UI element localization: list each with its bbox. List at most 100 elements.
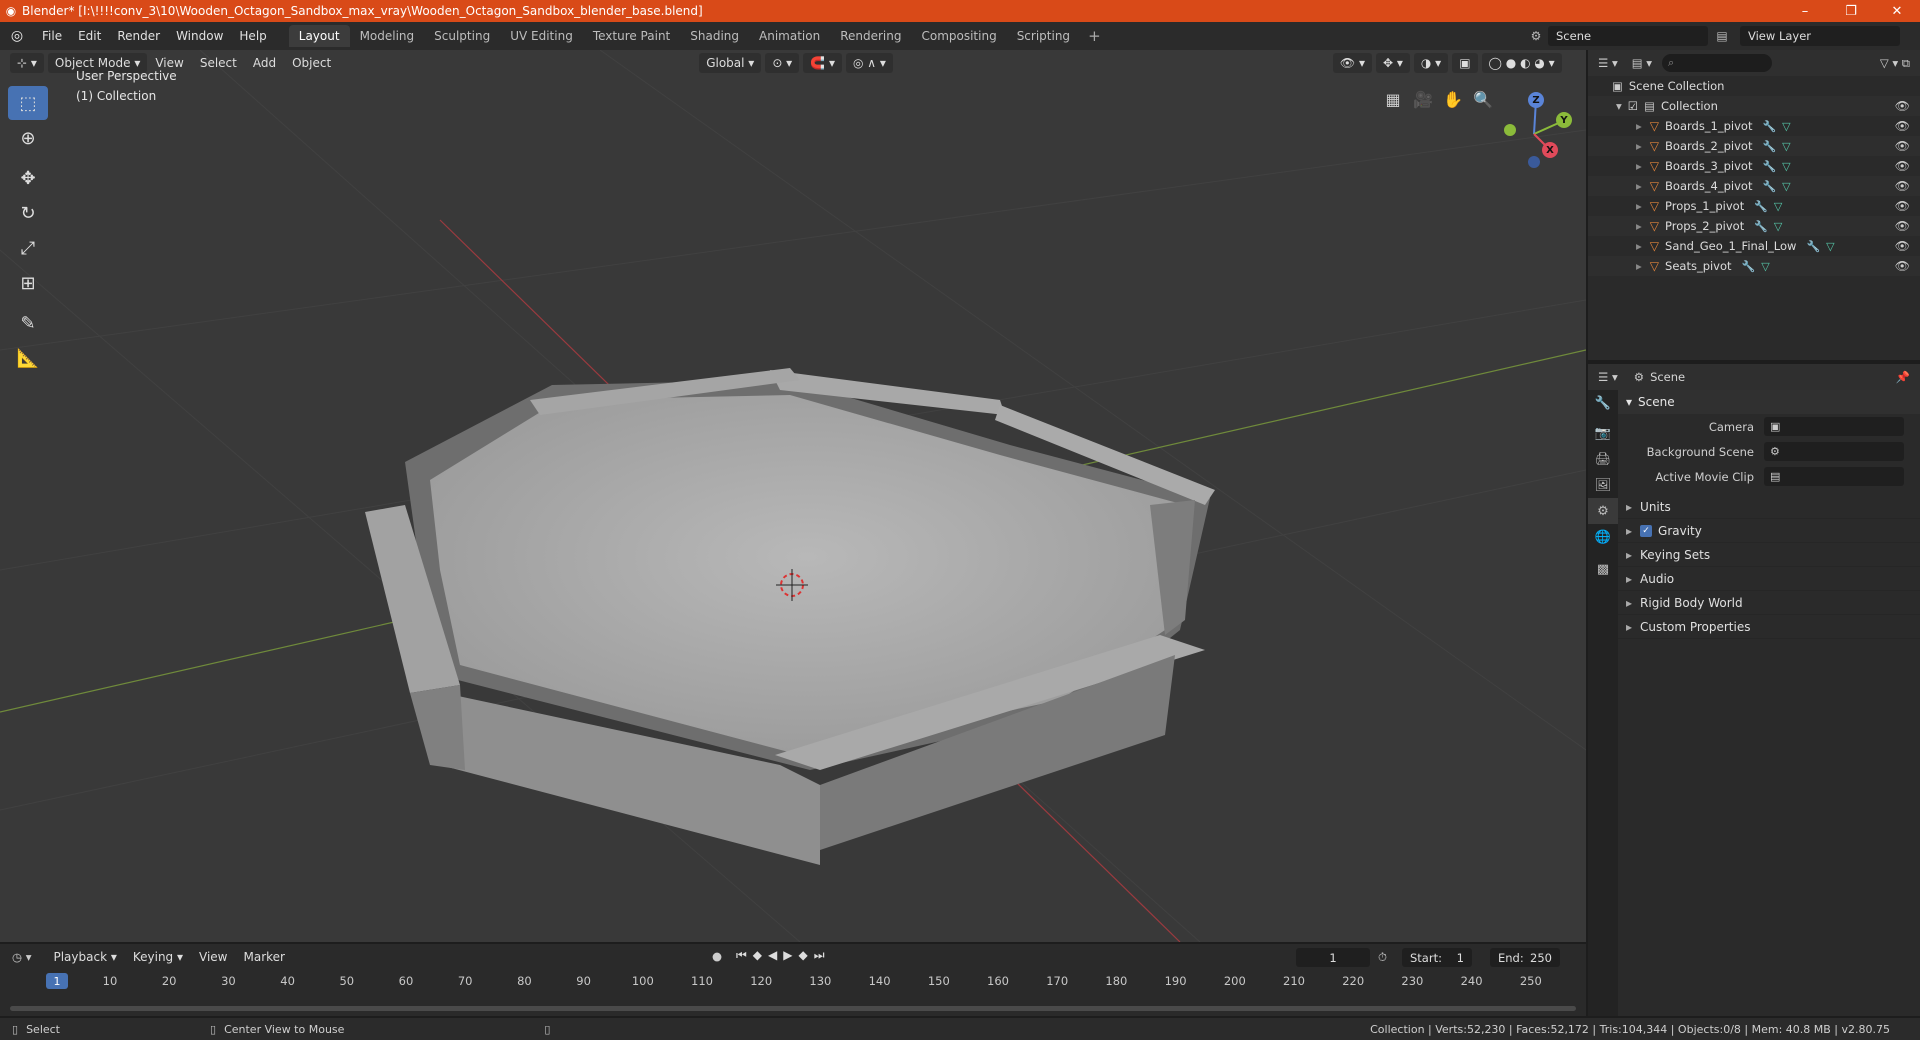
transform-icon[interactable]: ⊞: [8, 266, 48, 300]
viewport-menu-select[interactable]: Select: [192, 56, 245, 70]
viewport-menu-add[interactable]: Add: [245, 56, 284, 70]
view-layer-icon[interactable]: ▤: [1712, 26, 1732, 46]
filter-icon[interactable]: ▽ ▾ ⧉: [1880, 56, 1910, 71]
xray-icon[interactable]: ▣: [1452, 53, 1478, 73]
eye-icon[interactable]: 👁: [1895, 159, 1910, 173]
playback-controls-icon[interactable]: ⏮◆◀▶◆⏭: [736, 948, 831, 963]
render-tab-icon[interactable]: 📷: [1588, 420, 1618, 446]
eye-icon[interactable]: 👁: [1895, 259, 1910, 273]
eye-icon[interactable]: 👁: [1895, 199, 1910, 213]
tab-modeling[interactable]: Modeling: [350, 25, 425, 47]
tree-collection[interactable]: ▾ ☑ ▤ Collection 👁: [1588, 96, 1920, 116]
expand-arrow-icon[interactable]: ▸: [1636, 219, 1642, 233]
expand-arrow-icon[interactable]: ▸: [1636, 179, 1642, 193]
eye-icon[interactable]: 👁: [1895, 119, 1910, 133]
cursor-tool-icon[interactable]: ⊕: [8, 121, 48, 155]
rotate-icon[interactable]: ↻: [8, 196, 48, 230]
minimize-button[interactable]: –: [1782, 4, 1828, 19]
subpanel-header[interactable]: ▸ Custom Properties: [1618, 615, 1920, 639]
mesh-data-icon[interactable]: ▽: [1782, 120, 1790, 133]
output-tab-icon[interactable]: 🖨: [1588, 446, 1618, 472]
overlays-icon[interactable]: ◑ ▾: [1413, 53, 1449, 73]
outliner-object-row[interactable]: ▸ ▽ Props_2_pivot 🔧 ▽ 👁: [1588, 216, 1920, 236]
modifier-icon[interactable]: 🔧: [1742, 260, 1756, 273]
eye-icon[interactable]: 👁: [1895, 219, 1910, 233]
scene-panel-header[interactable]: ▾ Scene: [1618, 390, 1920, 414]
frame-ruler[interactable]: 1 10 20 30 40 50 60 70 80 90 100 110 120 130 140 150 16…: [0, 970, 1586, 992]
world-tab-icon[interactable]: 🌐: [1588, 524, 1618, 550]
gizmo-x-axis[interactable]: X: [1542, 142, 1558, 158]
mesh-data-icon[interactable]: ▽: [1774, 220, 1782, 233]
tab-compositing[interactable]: Compositing: [911, 25, 1006, 47]
gizmo-y-axis[interactable]: Y: [1556, 112, 1572, 128]
modifier-icon[interactable]: 🔧: [1806, 240, 1820, 253]
menu-window[interactable]: Window: [168, 29, 231, 43]
start-frame-field[interactable]: Start: 1: [1402, 948, 1472, 967]
tab-layout[interactable]: Layout: [288, 25, 350, 47]
tab-uv-editing[interactable]: UV Editing: [500, 25, 583, 47]
modifier-icon[interactable]: 🔧: [1762, 120, 1776, 133]
end-frame-field[interactable]: End: 250: [1490, 948, 1560, 967]
timeline-scrollbar[interactable]: [10, 1006, 1576, 1011]
view-layer-tab-icon[interactable]: 🖼: [1588, 472, 1618, 498]
tab-shading[interactable]: Shading: [680, 25, 749, 47]
camera-view-icon[interactable]: 🎥: [1410, 86, 1436, 112]
move-icon[interactable]: ✥: [8, 161, 48, 195]
sandbox-model[interactable]: [365, 368, 1215, 865]
texture-tab-icon[interactable]: ▩: [1588, 556, 1618, 582]
modifier-icon[interactable]: 🔧: [1754, 220, 1768, 233]
gizmo-neg-y-axis[interactable]: [1504, 124, 1516, 136]
current-frame-field[interactable]: 1: [1296, 948, 1370, 967]
measure-icon[interactable]: 📐: [8, 341, 48, 375]
transform-orientation-dropdown[interactable]: Global ▾: [699, 53, 762, 73]
proportional-edit-icon[interactable]: ◎ ∧ ▾: [846, 53, 893, 73]
gizmo-toggle-icon[interactable]: ✥ ▾: [1375, 53, 1410, 73]
gizmo-z-axis[interactable]: Z: [1528, 92, 1544, 108]
tree-scene-collection[interactable]: ▣ Scene Collection: [1588, 76, 1920, 96]
visibility-icon[interactable]: 👁 ▾: [1332, 53, 1372, 73]
properties-editor-icon[interactable]: ☰ ▾: [1598, 370, 1618, 384]
property-field[interactable]: ⚙: [1764, 442, 1904, 461]
select-box-icon[interactable]: ⬚: [8, 86, 48, 120]
mesh-data-icon[interactable]: ▽: [1761, 260, 1769, 273]
outliner-object-row[interactable]: ▸ ▽ Seats_pivot 🔧 ▽ 👁: [1588, 256, 1920, 276]
expand-arrow-icon[interactable]: ▸: [1636, 139, 1642, 153]
pivot-point-icon[interactable]: ⊙ ▾: [765, 53, 800, 73]
editor-type-icon[interactable]: ⊹ ▾: [10, 53, 44, 73]
expand-arrow-icon[interactable]: ▾: [1616, 99, 1622, 113]
modifier-icon[interactable]: 🔧: [1762, 180, 1776, 193]
restore-button[interactable]: ❐: [1828, 4, 1874, 19]
outliner-object-row[interactable]: ▸ ▽ Boards_2_pivot 🔧 ▽ 👁: [1588, 136, 1920, 156]
view-layer-selector[interactable]: View Layer: [1740, 26, 1900, 46]
timeline-menu-keying[interactable]: Keying ▾: [125, 950, 191, 964]
mesh-data-icon[interactable]: ▽: [1782, 140, 1790, 153]
viewport-menu-object[interactable]: Object: [284, 56, 339, 70]
expand-arrow-icon[interactable]: ▸: [1636, 199, 1642, 213]
scene-tab-icon[interactable]: ⚙: [1588, 498, 1618, 524]
close-button[interactable]: ✕: [1874, 4, 1920, 19]
outliner-object-row[interactable]: ▸ ▽ Props_1_pivot 🔧 ▽ 👁: [1588, 196, 1920, 216]
subpanel-header[interactable]: ▸ Rigid Body World: [1618, 591, 1920, 615]
tab-texture-paint[interactable]: Texture Paint: [583, 25, 680, 47]
navigation-gizmo[interactable]: Z Y X: [1490, 88, 1572, 168]
stopwatch-icon[interactable]: ⏱: [1378, 950, 1387, 965]
playhead[interactable]: 1: [46, 973, 68, 989]
timeline-editor-icon[interactable]: ◷ ▾: [12, 950, 31, 964]
subpanel-header[interactable]: ▸ Audio: [1618, 567, 1920, 591]
expand-arrow-icon[interactable]: ▸: [1636, 259, 1642, 273]
scene-icon[interactable]: ⚙: [1526, 26, 1546, 46]
eye-icon[interactable]: 👁: [1895, 139, 1910, 153]
outliner-object-row[interactable]: ▸ ▽ Boards_3_pivot 🔧 ▽ 👁: [1588, 156, 1920, 176]
eye-icon[interactable]: 👁: [1895, 99, 1910, 113]
record-icon[interactable]: ●: [712, 949, 722, 963]
outliner-object-row[interactable]: ▸ ▽ Boards_4_pivot 🔧 ▽ 👁: [1588, 176, 1920, 196]
timeline-menu-view[interactable]: View: [191, 950, 235, 964]
outliner-object-row[interactable]: ▸ ▽ Sand_Geo_1_Final_Low 🔧 ▽ 👁: [1588, 236, 1920, 256]
tab-sculpting[interactable]: Sculpting: [424, 25, 500, 47]
property-field[interactable]: ▤: [1764, 467, 1904, 486]
menu-file[interactable]: File: [34, 29, 70, 43]
expand-arrow-icon[interactable]: ▸: [1636, 119, 1642, 133]
checkbox-icon[interactable]: ☑: [1628, 99, 1638, 113]
gizmo-neg-z-axis[interactable]: [1528, 156, 1540, 168]
menu-edit[interactable]: Edit: [70, 29, 109, 43]
